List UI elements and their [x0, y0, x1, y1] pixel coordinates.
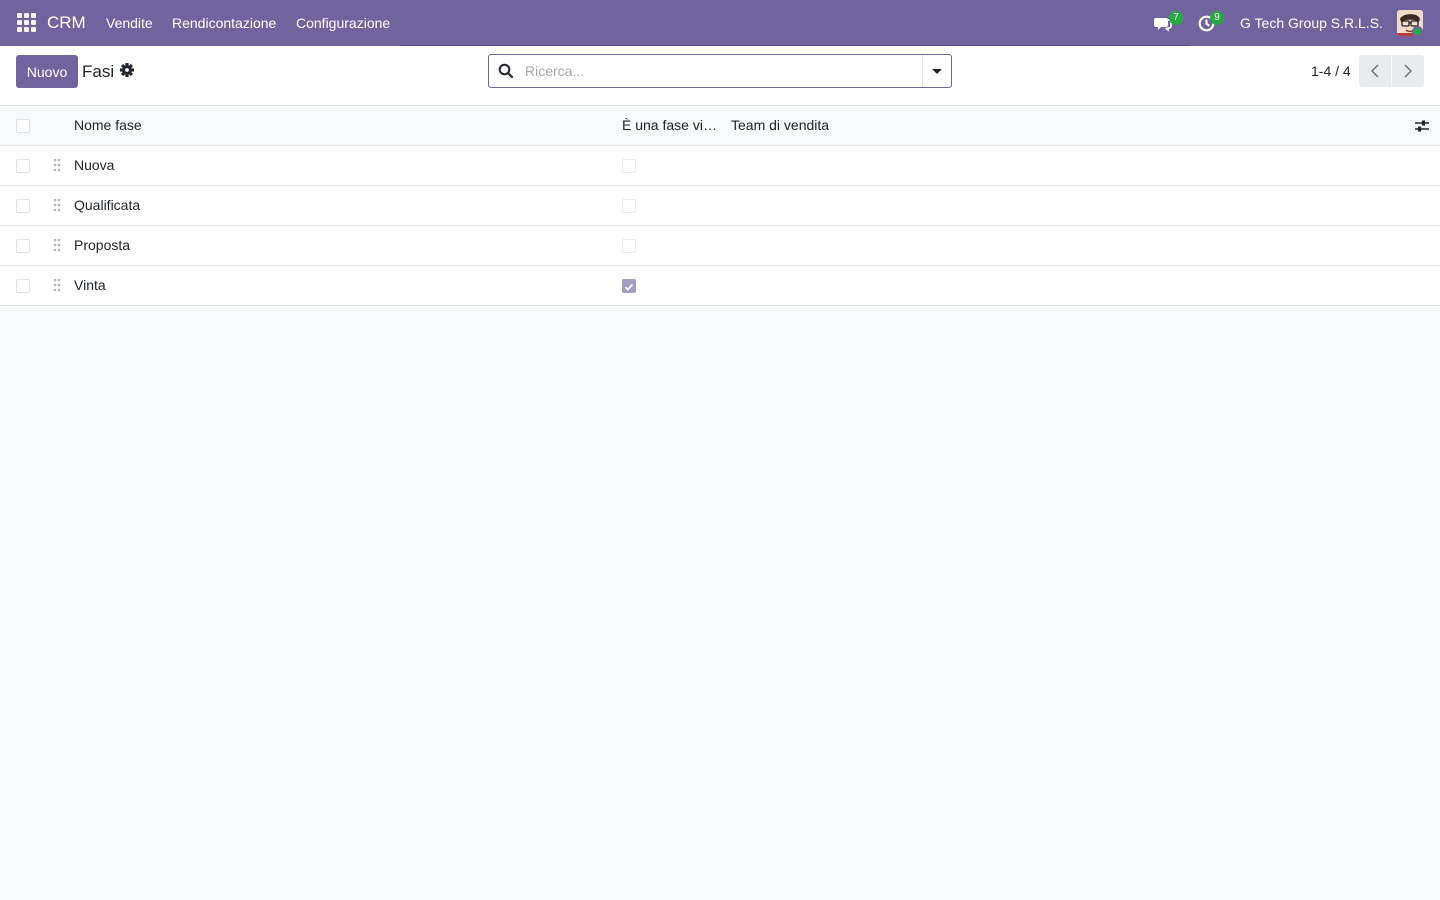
is-won-checkbox: [622, 159, 636, 173]
search-options-toggle[interactable]: [922, 55, 951, 87]
drag-handle-icon[interactable]: [53, 238, 61, 252]
is-won-checkbox: [622, 199, 636, 213]
is-won-checkbox: [622, 279, 636, 293]
drag-handle-icon[interactable]: [53, 278, 61, 292]
column-header-is-won[interactable]: È una fase vi…: [622, 117, 717, 133]
menu-item-vendite[interactable]: Vendite: [106, 15, 153, 31]
new-button[interactable]: Nuovo: [16, 55, 78, 88]
column-header-sales-team[interactable]: Team di vendita: [731, 117, 829, 133]
messages-count-badge: 7: [1169, 11, 1183, 25]
search-icon: [498, 63, 514, 79]
search-bar: [488, 54, 952, 88]
pager-next-button[interactable]: [1392, 55, 1424, 87]
gear-icon[interactable]: [120, 63, 134, 77]
chevron-right-icon: [1404, 64, 1413, 78]
table-row[interactable]: Proposta: [0, 226, 1440, 266]
table-row[interactable]: Qualificata: [0, 186, 1440, 226]
sliders-icon[interactable]: [1414, 118, 1430, 134]
menu-item-rendicontazione[interactable]: Rendicontazione: [172, 15, 276, 31]
stage-name-cell[interactable]: Vinta: [74, 277, 106, 293]
pager-previous-button[interactable]: [1359, 55, 1391, 87]
pager-value[interactable]: 1-4 / 4: [1311, 63, 1351, 79]
table-row[interactable]: Vinta: [0, 266, 1440, 306]
check-icon: [624, 283, 634, 291]
activities-count-badge: 9: [1210, 11, 1224, 25]
is-won-checkbox: [622, 239, 636, 253]
app-brand[interactable]: CRM: [47, 13, 86, 33]
search-input[interactable]: [525, 55, 921, 87]
row-checkbox[interactable]: [16, 199, 30, 213]
table-header: Nome fase È una fase vi… Team di vendita: [0, 106, 1440, 146]
row-checkbox[interactable]: [16, 159, 30, 173]
online-status-dot: [1412, 26, 1423, 37]
apps-grid-icon[interactable]: [17, 13, 36, 32]
drag-handle-icon[interactable]: [53, 158, 61, 172]
stages-list: Nome fase È una fase vi… Team di vendita…: [0, 106, 1440, 306]
stage-name-cell[interactable]: Qualificata: [74, 197, 140, 213]
caret-down-icon: [932, 68, 942, 74]
control-panel: Nuovo Fasi 1-4 / 4: [0, 46, 1440, 106]
stage-name-cell[interactable]: Nuova: [74, 157, 114, 173]
row-checkbox[interactable]: [16, 279, 30, 293]
table-row[interactable]: Nuova: [0, 146, 1440, 186]
select-all-checkbox[interactable]: [16, 119, 30, 133]
menu-item-configurazione[interactable]: Configurazione: [296, 15, 390, 31]
drag-handle-icon[interactable]: [53, 198, 61, 212]
chevron-left-icon: [1370, 64, 1379, 78]
page-title: Fasi: [82, 62, 115, 81]
stage-name-cell[interactable]: Proposta: [74, 237, 130, 253]
top-navbar: CRM Vendite Rendicontazione Configurazio…: [0, 0, 1440, 46]
column-header-stage-name[interactable]: Nome fase: [74, 117, 142, 133]
company-switcher[interactable]: G Tech Group S.R.L.S.: [1240, 15, 1383, 31]
row-checkbox[interactable]: [16, 239, 30, 253]
